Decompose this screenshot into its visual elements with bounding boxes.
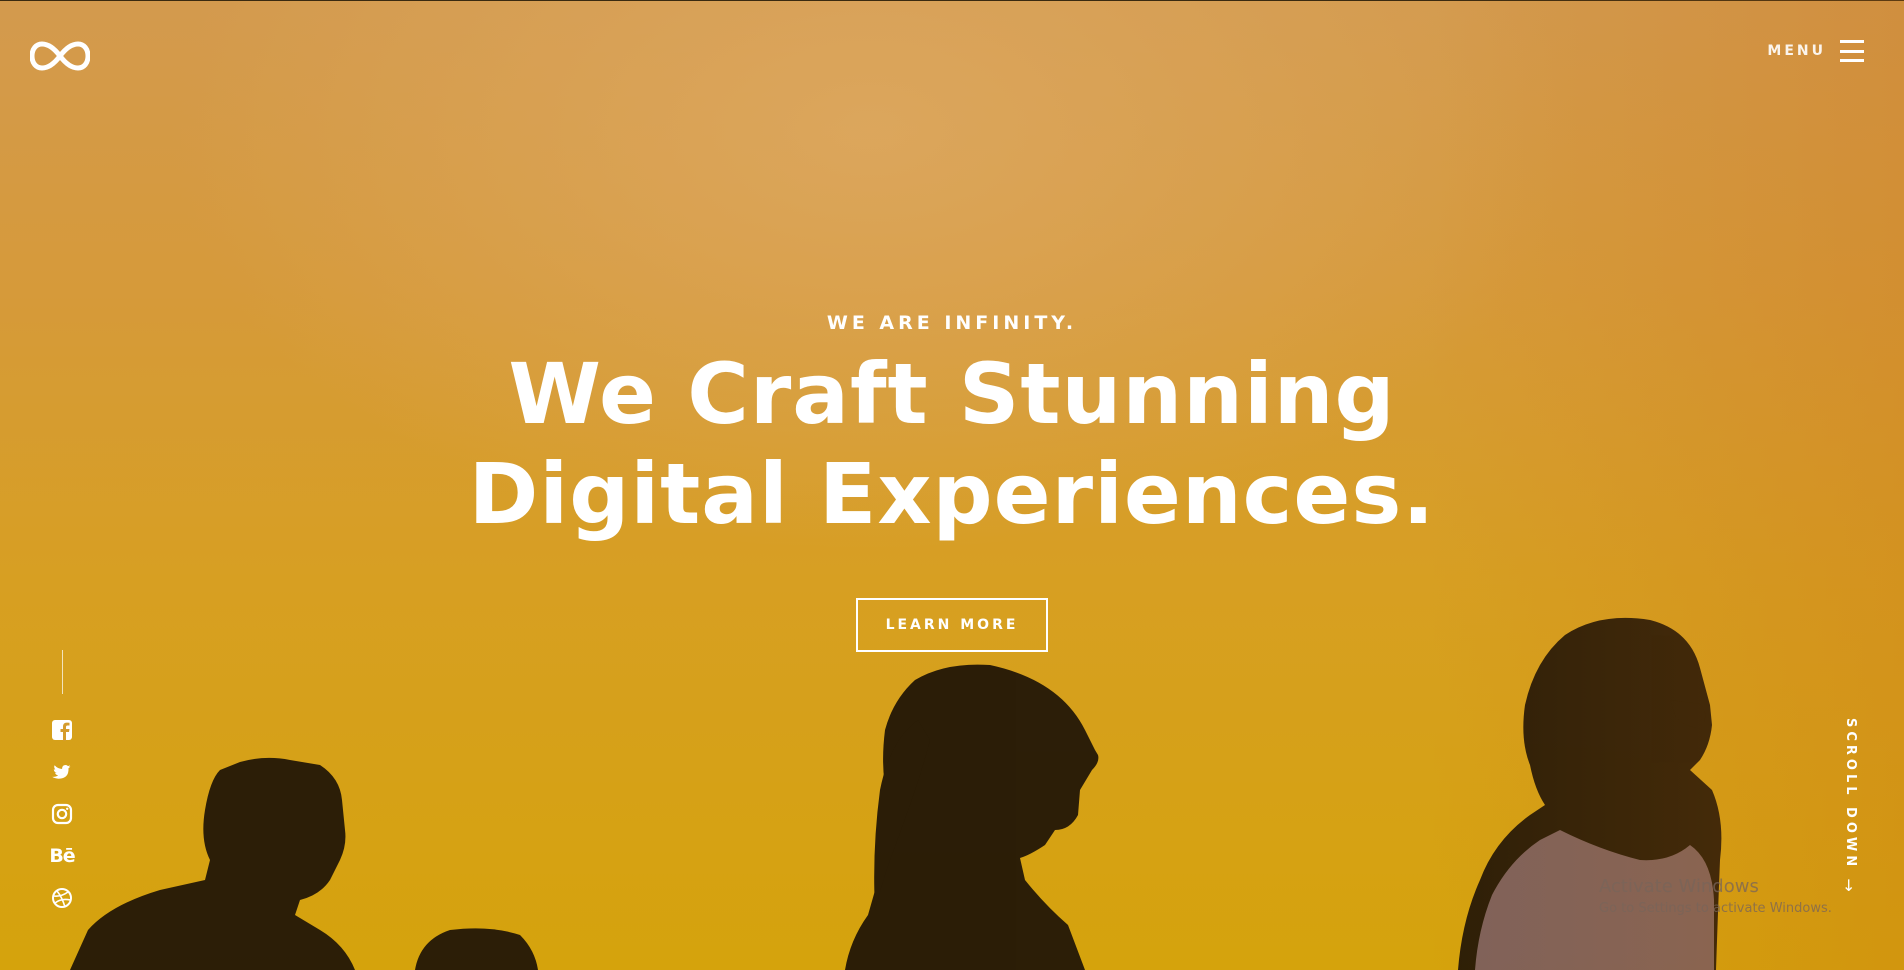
dribbble-icon — [52, 888, 72, 908]
twitter-link[interactable] — [48, 758, 76, 786]
learn-more-button[interactable]: LEARN MORE — [856, 598, 1048, 652]
hero-headline-line1: We Craft Stunning — [508, 345, 1396, 443]
instagram-icon — [51, 803, 73, 825]
social-links: Bē — [44, 650, 80, 926]
facebook-link[interactable] — [48, 716, 76, 744]
menu-label: MENU — [1767, 43, 1826, 59]
arrow-down-icon: ↓ — [1842, 876, 1856, 895]
watermark-title: Activate Windows — [1599, 876, 1759, 897]
facebook-icon — [52, 720, 72, 741]
watermark-subtitle: Go to Settings to activate Windows. — [1599, 901, 1832, 916]
instagram-link[interactable] — [48, 800, 76, 828]
behance-icon: Bē — [49, 845, 75, 867]
behance-link[interactable]: Bē — [48, 842, 76, 870]
scroll-down-link[interactable]: SCROLL DOWN ↓ — [1836, 718, 1864, 898]
activate-windows-watermark: Activate Windows Go to Settings to activ… — [1599, 876, 1832, 916]
twitter-icon — [52, 765, 71, 779]
hero-content: WE ARE INFINITY. We Craft Stunning Digit… — [0, 312, 1904, 652]
hero-eyebrow: WE ARE INFINITY. — [826, 312, 1078, 334]
infinity-icon — [29, 41, 91, 71]
hero-headline-line2: Digital Experiences. — [468, 445, 1436, 543]
dribbble-link[interactable] — [48, 884, 76, 912]
menu-button[interactable]: MENU — [1767, 40, 1864, 62]
hamburger-icon — [1840, 40, 1864, 62]
social-divider — [61, 650, 63, 694]
logo[interactable] — [29, 38, 91, 74]
hero-headline: We Craft Stunning Digital Experiences. — [0, 344, 1904, 544]
scroll-down-label: SCROLL DOWN — [1843, 718, 1858, 871]
